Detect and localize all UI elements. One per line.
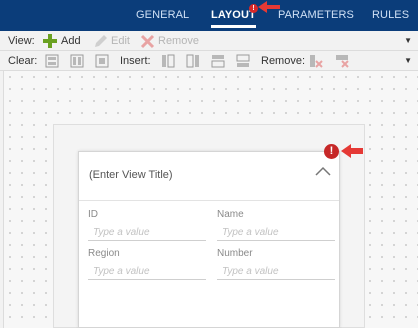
add-button[interactable]: Add: [61, 35, 81, 47]
remove-label: Remove:: [261, 55, 306, 67]
insert-label: Insert:: [120, 55, 151, 67]
insert-row-above-icon[interactable]: [210, 53, 226, 69]
remove-row-icon[interactable]: [334, 53, 350, 69]
clear-row-icon[interactable]: [45, 53, 61, 69]
delete-x-icon: [140, 34, 155, 49]
view-label: View:: [8, 35, 35, 47]
field-label-number: Number: [217, 248, 253, 259]
number-input[interactable]: Type a value: [217, 265, 335, 280]
insert-row-below-icon[interactable]: [235, 53, 251, 69]
tab-parameters[interactable]: PARAMETERS: [278, 9, 354, 21]
callout-arrow-icon: [258, 1, 280, 13]
clear-label: Clear:: [8, 55, 38, 67]
pencil-icon: [95, 35, 107, 47]
tab-layout-warning-badge: !: [249, 4, 258, 13]
plus-icon[interactable]: [42, 33, 58, 49]
field-label-name: Name: [217, 209, 244, 220]
top-tab-bar: GENERAL LAYOUT ! PARAMETERS RULES: [0, 0, 418, 31]
view-title[interactable]: (Enter View Title): [89, 169, 173, 181]
edit-button[interactable]: Edit: [111, 35, 130, 47]
collapse-toolbar-icon[interactable]: ▼: [404, 36, 412, 45]
callout-arrow-icon: [341, 144, 363, 158]
id-input[interactable]: Type a value: [88, 226, 206, 241]
region-input[interactable]: Type a value: [88, 265, 206, 280]
tab-general[interactable]: GENERAL: [136, 9, 189, 21]
clear-column-icon[interactable]: [70, 53, 86, 69]
chevron-up-icon[interactable]: [315, 166, 331, 176]
remove-column-icon[interactable]: [308, 53, 324, 69]
form-view-card[interactable]: (Enter View Title) ID Type a value Name …: [78, 151, 340, 328]
layout-toolbar: Clear: Insert: Remove: ▼: [0, 51, 418, 71]
warning-icon[interactable]: !: [324, 144, 339, 159]
view-toolbar: View: Add Edit Remove ▼: [0, 31, 418, 51]
remove-button[interactable]: Remove: [158, 35, 199, 47]
clear-cell-icon[interactable]: [95, 53, 111, 69]
insert-column-left-icon[interactable]: [160, 53, 176, 69]
card-divider: [79, 200, 339, 201]
name-input[interactable]: Type a value: [217, 226, 335, 241]
tab-rules[interactable]: RULES: [372, 9, 409, 21]
field-label-id: ID: [88, 209, 98, 220]
field-label-region: Region: [88, 248, 120, 259]
collapse-toolbar-2-icon[interactable]: ▼: [404, 56, 412, 65]
insert-column-right-icon[interactable]: [185, 53, 201, 69]
